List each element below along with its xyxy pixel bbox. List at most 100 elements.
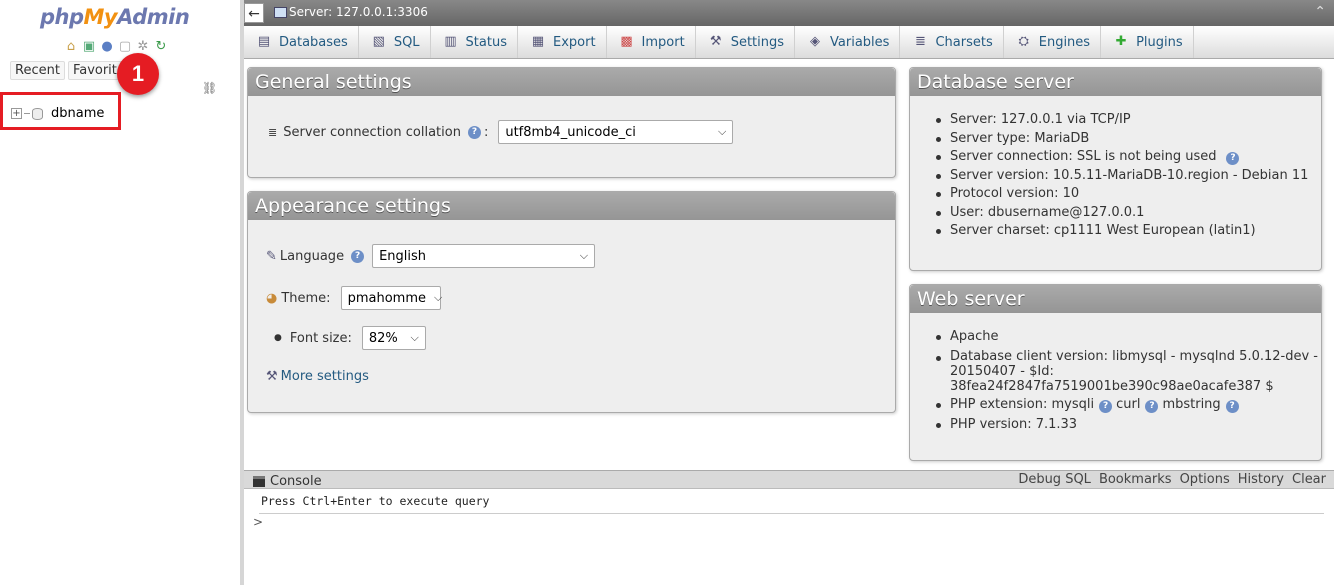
console-toggle[interactable]: Console bbox=[253, 474, 322, 489]
tab-status[interactable]: ▥ Status bbox=[431, 26, 518, 58]
sql-icon: ▧ bbox=[372, 34, 385, 49]
general-settings-title: General settings bbox=[248, 68, 895, 96]
recent-tab[interactable]: Recent bbox=[10, 61, 65, 80]
plugins-icon: ✚ bbox=[1115, 34, 1127, 49]
console-clear[interactable]: Clear bbox=[1292, 472, 1326, 487]
theme-palette-icon: ◕ bbox=[266, 290, 278, 306]
tab-label: Status bbox=[465, 34, 507, 50]
php-extension-curl: curl bbox=[1116, 396, 1141, 412]
database-tree-highlight: + dbname bbox=[0, 92, 121, 130]
tab-plugins[interactable]: ✚ Plugins bbox=[1101, 26, 1194, 58]
general-settings-panel: General settings ≣ Server connection col… bbox=[247, 67, 896, 178]
tab-variables[interactable]: ◈ Variables bbox=[795, 26, 901, 58]
list-item: Server type: MariaDB bbox=[932, 130, 1308, 149]
reload-icon[interactable]: ↻ bbox=[153, 39, 169, 55]
tree-connector bbox=[24, 113, 30, 114]
help-icon[interactable]: ? bbox=[351, 249, 365, 263]
tab-label: Settings bbox=[730, 34, 785, 50]
appearance-settings-panel: Appearance settings ✎ Language ? English… bbox=[247, 191, 896, 413]
chevron-down-icon: ⌵ bbox=[433, 291, 443, 304]
wrench-icon: ⚒ bbox=[266, 369, 278, 384]
list-item: Server connection: SSL is not being used… bbox=[932, 148, 1308, 167]
breadcrumb-server[interactable]: Server: 127.0.0.1:3306 bbox=[274, 5, 428, 19]
tab-label: Engines bbox=[1038, 34, 1091, 50]
console-debug-sql[interactable]: Debug SQL bbox=[1018, 472, 1091, 487]
php-extension-text: PHP extension: mysqli bbox=[950, 396, 1095, 412]
logo-part-admin: Admin bbox=[117, 5, 190, 29]
help-icon[interactable]: ? bbox=[1099, 399, 1113, 413]
charsets-icon: ≣ bbox=[915, 34, 926, 49]
collapse-navigation-button[interactable]: ← bbox=[244, 3, 264, 23]
variables-icon: ◈ bbox=[810, 34, 821, 49]
bullet-icon: ● bbox=[274, 333, 282, 343]
tab-label: Plugins bbox=[1136, 34, 1183, 50]
tab-engines[interactable]: ⛭ Engines bbox=[1004, 26, 1102, 58]
database-server-panel: Database server Server: 127.0.0.1 via TC… bbox=[909, 67, 1322, 271]
tab-charsets[interactable]: ≣ Charsets bbox=[900, 26, 1004, 58]
tab-export[interactable]: ▦ Export bbox=[518, 26, 607, 58]
link-with-main-panel-icon[interactable]: ⛓ bbox=[202, 81, 217, 95]
help-icon[interactable]: ? bbox=[467, 125, 481, 139]
web-server-title: Web server bbox=[910, 285, 1321, 313]
logout-icon[interactable]: ▣ bbox=[81, 39, 97, 55]
tab-databases[interactable]: ▤ Databases bbox=[244, 26, 359, 58]
chevron-down-icon: ⌵ bbox=[410, 331, 419, 344]
database-name[interactable]: dbname bbox=[51, 106, 104, 121]
web-server-panel: Web server Apache Database client versio… bbox=[909, 284, 1322, 461]
web-server-list: Apache Database client version: libmysql… bbox=[932, 328, 1318, 435]
fontsize-select[interactable]: 82% ⌵ bbox=[361, 326, 426, 350]
help-icon[interactable]: ? bbox=[1145, 399, 1159, 413]
fontsize-row: ● Font size: 82% ⌵ bbox=[274, 326, 426, 350]
navigation-icons: ⌂ ▣ ● ▢ ✲ ↻ bbox=[63, 39, 169, 55]
collation-icon: ≣ bbox=[268, 125, 278, 139]
list-item: PHP extension: mysqli? curl? mbstring? bbox=[932, 396, 1318, 415]
console-options-button[interactable]: Options bbox=[1180, 472, 1230, 487]
console-icon bbox=[253, 476, 265, 487]
docs-icon[interactable]: ▢ bbox=[117, 39, 133, 55]
more-settings-link[interactable]: More settings bbox=[281, 369, 369, 384]
tab-settings[interactable]: ⚒ Settings bbox=[696, 26, 796, 58]
client-version-line: Database client version: libmysql - mysq… bbox=[950, 348, 1318, 364]
status-icon: ▥ bbox=[444, 34, 457, 49]
phpmyadmin-logo[interactable]: phpMyAdmin bbox=[40, 5, 190, 29]
help-icon[interactable]: ? bbox=[1226, 152, 1240, 165]
help-icon[interactable]: ● bbox=[99, 39, 115, 55]
console-prompt[interactable]: > bbox=[253, 515, 263, 529]
collapse-topmenu-icon[interactable]: ⌃ bbox=[1314, 4, 1326, 20]
phpmyadmin-window: phpMyAdmin ⌂ ▣ ● ▢ ✲ ↻ Recent Favorite ⛓… bbox=[0, 0, 1334, 585]
import-icon: ▩ bbox=[620, 34, 633, 49]
language-row: ✎ Language ? English ⌵ bbox=[266, 244, 596, 268]
wrench-icon: ⚒ bbox=[709, 34, 722, 49]
collation-select[interactable]: utf8mb4_unicode_ci ⌵ bbox=[498, 120, 734, 144]
tab-label: SQL bbox=[393, 34, 420, 50]
home-icon[interactable]: ⌂ bbox=[63, 39, 79, 55]
database-icon bbox=[32, 107, 43, 120]
tab-sql[interactable]: ▧ SQL bbox=[359, 26, 431, 58]
console-label: Console bbox=[270, 474, 322, 489]
appearance-settings-title: Appearance settings bbox=[248, 192, 895, 220]
help-icon[interactable]: ? bbox=[1225, 399, 1239, 413]
console-divider bbox=[259, 513, 1324, 514]
theme-select[interactable]: pmahomme ⌵ bbox=[340, 286, 443, 310]
language-label: Language bbox=[279, 248, 345, 264]
tree-item-dbname[interactable]: + dbname bbox=[11, 106, 104, 121]
database-server-title: Database server bbox=[910, 68, 1321, 96]
collation-label: Server connection collation bbox=[283, 124, 461, 140]
list-item: User: dbusername@127.0.0.1 bbox=[932, 204, 1308, 223]
console-body[interactable]: Press Ctrl+Enter to execute query > bbox=[244, 489, 1334, 585]
language-icon: ✎ bbox=[266, 248, 277, 264]
more-settings-row: ⚒ More settings bbox=[266, 369, 369, 384]
theme-value: pmahomme bbox=[347, 290, 426, 306]
engines-icon: ⛭ bbox=[1018, 34, 1029, 49]
theme-label: Theme: bbox=[281, 290, 331, 306]
language-select[interactable]: English ⌵ bbox=[372, 244, 596, 268]
tab-import[interactable]: ▩ Import bbox=[607, 26, 696, 58]
database-server-list: Server: 127.0.0.1 via TCP/IP Server type… bbox=[932, 111, 1308, 241]
console-bookmarks[interactable]: Bookmarks bbox=[1099, 472, 1172, 487]
export-icon: ▦ bbox=[531, 34, 545, 49]
expand-icon[interactable]: + bbox=[11, 108, 22, 119]
breadcrumb-server-label: Server: 127.0.0.1:3306 bbox=[289, 5, 428, 19]
console-options: Debug SQL Bookmarks Options History Clea… bbox=[1018, 472, 1326, 487]
tab-label: Export bbox=[552, 34, 596, 50]
console-history[interactable]: History bbox=[1238, 472, 1284, 487]
